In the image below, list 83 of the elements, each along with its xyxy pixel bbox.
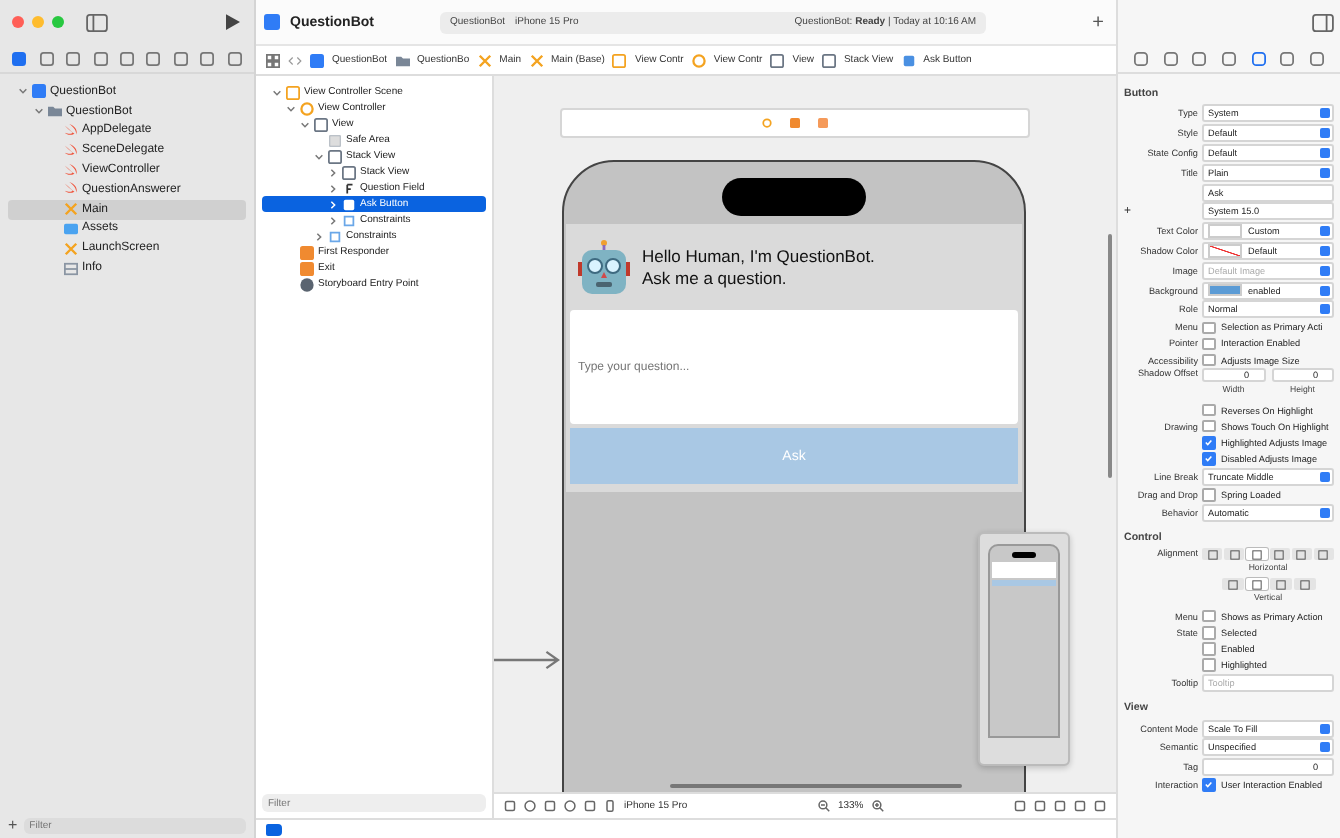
alignment-segment[interactable]	[1291, 548, 1312, 561]
scrollbar[interactable]	[1108, 234, 1112, 478]
storyboard-icon	[64, 202, 78, 217]
alignment-segment[interactable]	[1201, 548, 1223, 561]
alignment-segment[interactable]	[1221, 578, 1243, 591]
checkbox[interactable]	[1202, 436, 1215, 450]
field-icon	[342, 181, 356, 195]
swift-icon	[64, 182, 78, 197]
checkbox[interactable]	[1202, 642, 1215, 656]
disclosure-icon[interactable]	[17, 86, 27, 97]
disclosure-icon[interactable]	[271, 87, 281, 97]
swift-icon	[64, 123, 78, 138]
storyboard-icon	[529, 53, 544, 67]
button-icon	[901, 53, 916, 67]
back-forward-icon[interactable]	[288, 53, 302, 67]
scene-icon	[612, 53, 627, 67]
alignment-segment[interactable]	[1293, 578, 1315, 591]
checkbox[interactable]	[1202, 337, 1215, 351]
view-icon	[314, 117, 328, 131]
disclosure-icon[interactable]	[327, 167, 337, 177]
zoom-out-icon[interactable]	[817, 800, 830, 812]
alignment-segment[interactable]	[1224, 548, 1245, 561]
checkbox[interactable]	[1202, 626, 1215, 639]
controller-icon	[300, 101, 314, 115]
controller-icon[interactable]	[762, 118, 772, 128]
greeting-label: Hello Human, I'm QuestionBot. Ask me a question.	[642, 245, 875, 291]
checkbox[interactable]	[1202, 419, 1215, 433]
alignment-segment[interactable]	[1246, 548, 1267, 561]
disclosure-icon[interactable]	[327, 215, 337, 225]
scene-icon	[286, 85, 300, 99]
disclosure-icon[interactable]	[313, 231, 323, 241]
disclosure-icon[interactable]	[33, 106, 43, 117]
robot-icon	[578, 240, 630, 296]
checkbox[interactable]	[1202, 488, 1215, 502]
run-icon[interactable]	[226, 14, 240, 30]
swift-icon	[64, 143, 78, 158]
checkbox[interactable]	[1202, 609, 1215, 623]
breakpoint-toggle[interactable]	[266, 823, 282, 835]
view-icon	[770, 53, 785, 67]
project-icon	[264, 14, 280, 30]
phone-icon[interactable]	[604, 800, 616, 812]
sidebar-icon[interactable]	[86, 13, 108, 31]
alignment-segment[interactable]	[1269, 548, 1290, 561]
checkbox[interactable]	[1202, 353, 1215, 367]
checkbox[interactable]	[1202, 403, 1215, 417]
swift-icon	[64, 163, 78, 178]
plist-icon	[64, 261, 78, 276]
checkbox[interactable]	[1202, 778, 1215, 792]
alignment-segment[interactable]	[1245, 578, 1267, 591]
checkbox[interactable]	[1202, 452, 1215, 466]
disclosure-icon[interactable]	[299, 119, 309, 129]
color-swatch	[1208, 244, 1242, 258]
folder-icon	[48, 104, 62, 119]
add-tab-button[interactable]: +	[1092, 11, 1104, 33]
alignment-segment[interactable]	[1313, 548, 1335, 561]
view-icon	[821, 53, 836, 67]
add-button[interactable]: +	[8, 816, 18, 834]
storyboard-icon	[477, 53, 492, 67]
folder-icon	[395, 53, 410, 67]
disclosure-icon[interactable]	[313, 151, 323, 161]
close-button[interactable]	[12, 16, 24, 28]
controller-icon	[691, 53, 706, 67]
checkbox[interactable]	[1202, 658, 1215, 672]
exit-icon	[300, 261, 314, 275]
minimap[interactable]	[978, 532, 1070, 766]
entry-point-arrow[interactable]	[494, 650, 560, 670]
grid-icon[interactable]	[266, 53, 280, 67]
sidebar-icon[interactable]	[1312, 13, 1334, 31]
disclosure-icon[interactable]	[327, 183, 337, 193]
project-icon	[310, 53, 324, 67]
scrollbar[interactable]	[670, 784, 962, 788]
zoom-in-icon[interactable]	[871, 800, 884, 812]
entry-icon	[300, 277, 314, 291]
assets-icon	[64, 221, 78, 236]
dynamic-island	[722, 178, 866, 216]
project-icon	[32, 84, 46, 99]
storyboard-icon	[64, 241, 78, 256]
button-icon	[342, 197, 356, 211]
safe-area-icon	[328, 133, 342, 147]
disclosure-icon[interactable]	[285, 103, 295, 113]
responder-icon	[300, 245, 314, 259]
checkbox[interactable]	[1202, 321, 1215, 335]
alignment-segment[interactable]	[1269, 578, 1291, 591]
